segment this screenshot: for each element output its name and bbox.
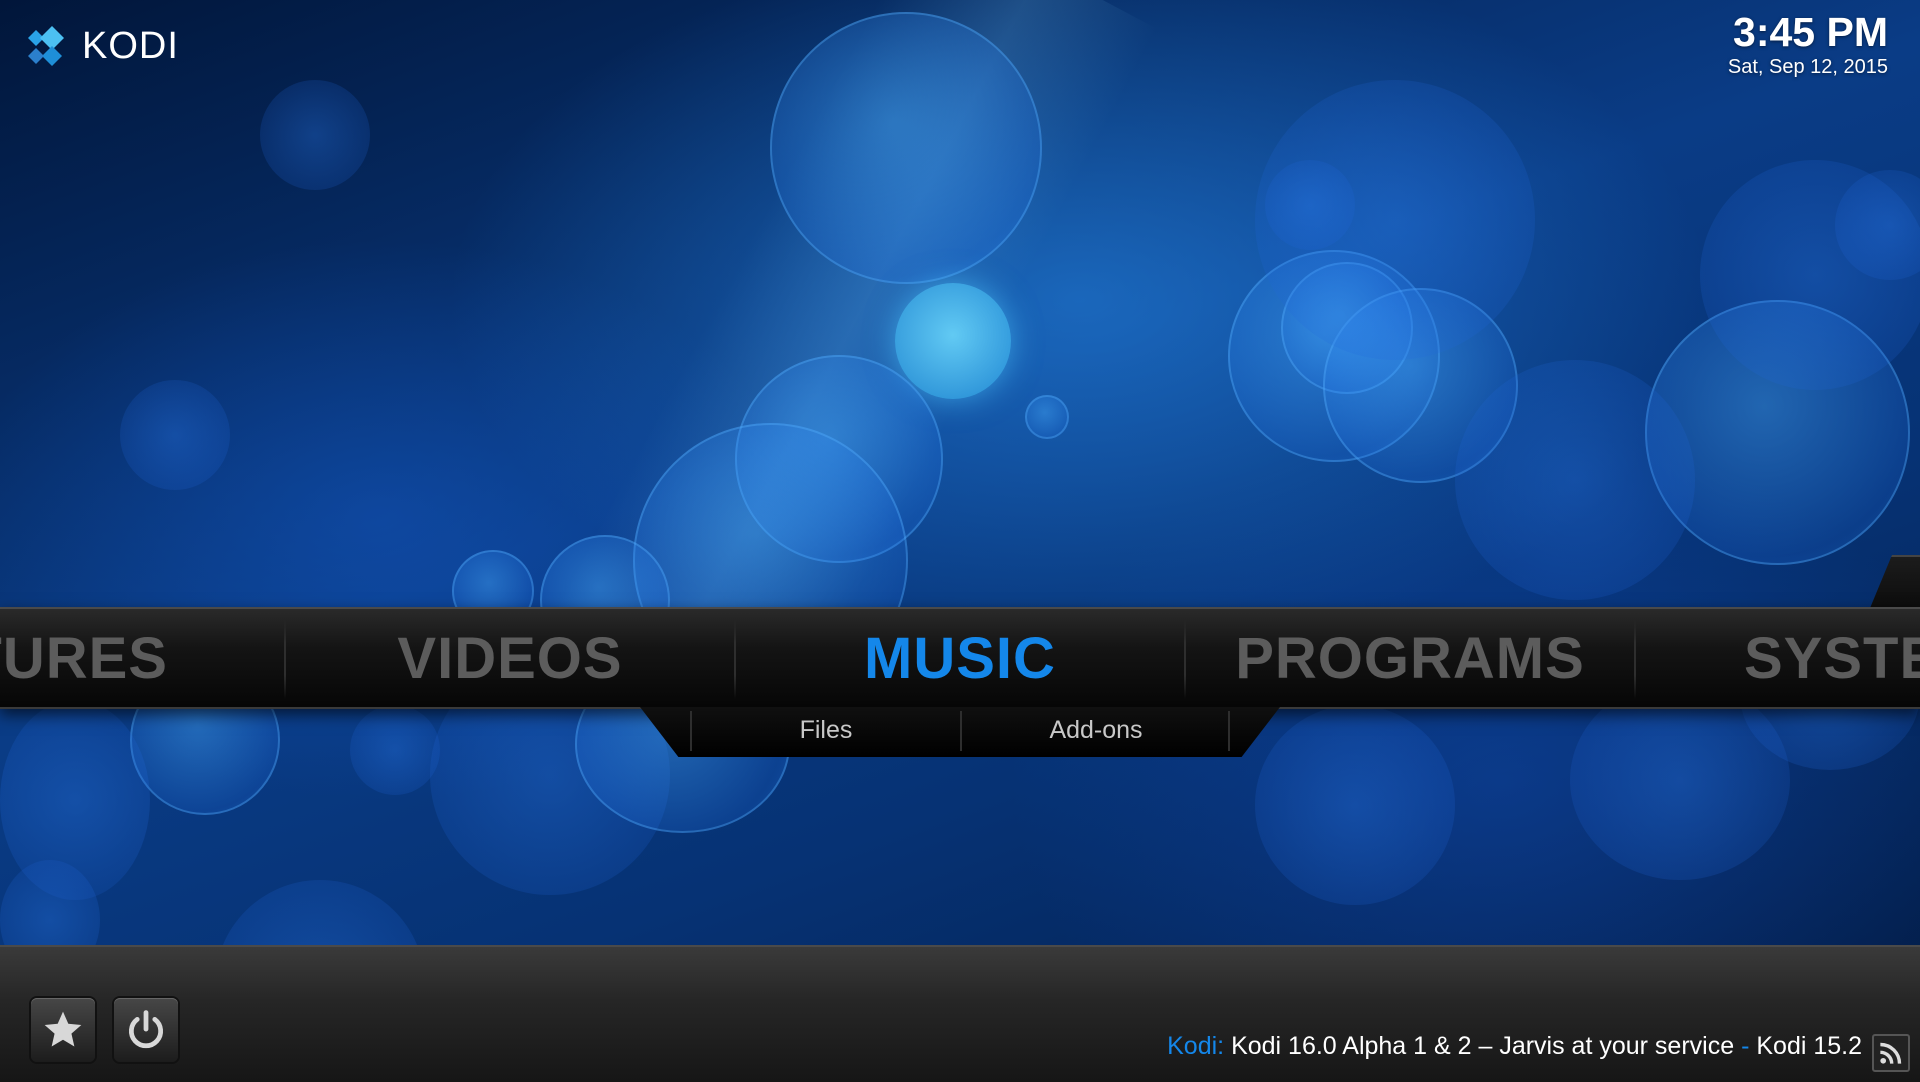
submenu-item-addons[interactable]: Add-ons: [962, 707, 1230, 753]
menu-item-pictures[interactable]: CTURES: [0, 609, 223, 707]
menu-item-videos[interactable]: VIDEOS: [286, 609, 734, 707]
menu-item-system[interactable]: SYSTE: [1636, 609, 1920, 707]
kodi-logo: KODI: [22, 22, 179, 70]
bokeh-bubble: [260, 80, 370, 190]
submenu-items: Files Add-ons: [690, 707, 1230, 753]
power-icon: [128, 1010, 164, 1049]
bokeh-bubble: [1255, 705, 1455, 905]
bokeh-bubble: [215, 880, 425, 945]
submenu-item-files[interactable]: Files: [692, 707, 960, 753]
background: [0, 0, 1920, 945]
menu-item-programs[interactable]: PROGRAMS: [1186, 609, 1634, 707]
main-menu: CTURES VIDEOS MUSIC PROGRAMS SYSTE: [0, 607, 1920, 709]
ticker-next-headline[interactable]: Kodi 15.2: [1756, 1032, 1862, 1060]
rss-ticker: Kodi: Kodi 16.0 Alpha 1 & 2 – Jarvis at …: [1167, 1032, 1862, 1061]
ticker-source: Kodi:: [1167, 1032, 1225, 1060]
ticker-headline[interactable]: Kodi 16.0 Alpha 1 & 2 – Jarvis at your s…: [1231, 1032, 1734, 1060]
bokeh-bubble: [770, 12, 1042, 284]
kodi-logo-icon: [28, 26, 64, 66]
logo-text: KODI: [82, 24, 179, 67]
clock-date: Sat, Sep 12, 2015: [1727, 56, 1888, 78]
clock-time: 3:45 PM: [1733, 9, 1888, 55]
menu-item-music[interactable]: MUSIC: [736, 609, 1184, 707]
bokeh-bubble: [895, 283, 1011, 399]
footer-bar: [0, 945, 1920, 1082]
star-icon: [44, 1011, 82, 1047]
submenu-separator: [1228, 711, 1230, 751]
bokeh-bubble: [350, 705, 440, 795]
rss-icon: [1872, 1034, 1910, 1072]
bokeh-bubble: [120, 380, 230, 490]
bokeh-bubble: [1455, 360, 1695, 600]
ticker-separator: -: [1741, 1032, 1750, 1060]
favourites-button[interactable]: [31, 998, 95, 1062]
power-button[interactable]: [114, 998, 178, 1062]
bokeh-bubble: [1265, 160, 1355, 250]
clock: 3:45 PM Sat, Sep 12, 2015: [1728, 8, 1888, 78]
bokeh-bubble: [1025, 395, 1069, 439]
